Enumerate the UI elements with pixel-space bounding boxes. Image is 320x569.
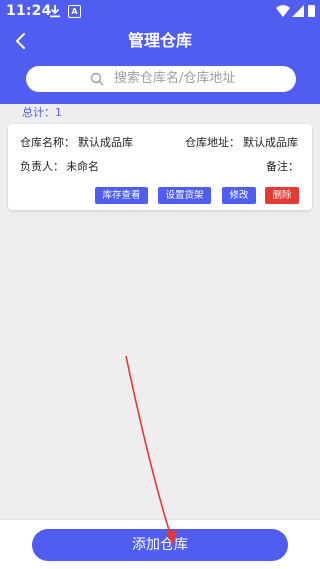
- set-shelf-button[interactable]: 设置货架: [158, 187, 211, 204]
- status-bar: 11:24 A: [0, 0, 320, 24]
- total-count: 总计：1: [22, 106, 62, 119]
- search-icon: [90, 72, 104, 86]
- page-title: 管理仓库: [127, 31, 192, 50]
- edit-button[interactable]: 修改: [222, 187, 256, 204]
- wifi-icon: [276, 5, 290, 17]
- remark-label: 备注：: [266, 160, 299, 173]
- warehouse-manager: 未命名: [66, 160, 99, 173]
- add-warehouse-button[interactable]: 添加仓库: [32, 529, 288, 561]
- search-placeholder: 搜索仓库名/仓库地址: [114, 71, 236, 86]
- battery-icon: [308, 5, 315, 17]
- address-label: 仓库地址：: [185, 136, 240, 149]
- signal-icon: [292, 5, 304, 17]
- app-header: 11:24 A 管理仓库 搜索仓库名/仓库地址: [0, 0, 320, 104]
- name-label: 仓库名称：: [20, 136, 75, 149]
- status-time: 11:24: [6, 3, 52, 19]
- warehouse-address: 默认成品库: [243, 136, 298, 149]
- a-badge-icon: A: [68, 5, 81, 18]
- bottom-bar: 添加仓库: [0, 520, 320, 569]
- manager-label: 负责人：: [20, 160, 64, 173]
- download-icon: [50, 5, 60, 18]
- search-input[interactable]: 搜索仓库名/仓库地址: [26, 66, 296, 92]
- warehouse-name: 默认成品库: [78, 136, 133, 149]
- view-stock-button[interactable]: 库存查看: [95, 187, 148, 204]
- delete-button[interactable]: 删除: [265, 187, 299, 204]
- warehouse-card[interactable]: 仓库名称： 默认成品库 仓库地址： 默认成品库 负责人： 未命名 备注： 库存查…: [8, 124, 312, 210]
